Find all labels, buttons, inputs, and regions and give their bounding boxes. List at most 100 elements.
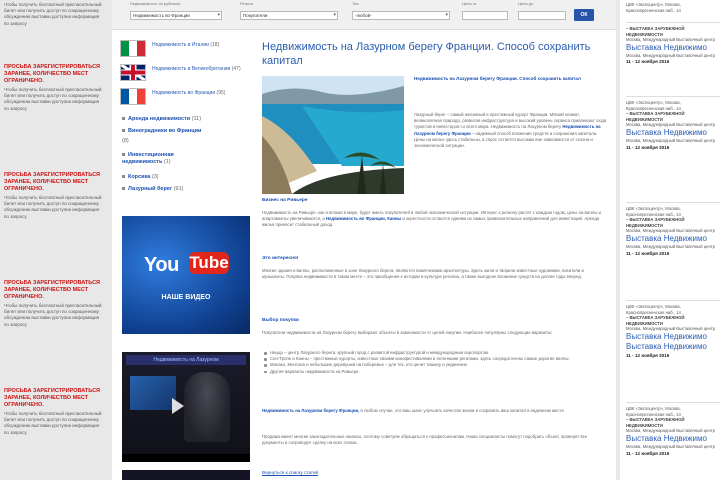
exhibition-item[interactable]: ЦВК «Экспоцентр», Москва, Краснопресненс…: [626, 304, 720, 359]
category-label[interactable]: Корсика: [128, 174, 150, 180]
category-link[interactable]: Виноградники во Франции: [122, 128, 262, 135]
exhibition-venue: ЦВК «Экспоцентр», Москва, Краснопресненс…: [626, 206, 681, 217]
left-promo-heading[interactable]: ПРОСЬБА ЗАРЕГИСТРИРОВАТЬСЯ ЗАРАНЕЕ, КОЛИ…: [4, 172, 102, 193]
left-promo-heading[interactable]: ПРОСЬБА ЗАРЕГИСТРИРОВАТЬСЯ ЗАРАНЕЕ, КОЛИ…: [4, 280, 102, 301]
country-link-uk[interactable]: Недвижимость в Великобритании (47): [120, 64, 260, 84]
exhibition-title[interactable]: – ВЫСТАВКА ЗАРУБЕЖНОЙ НЕДВИЖИМОСТИ: [626, 417, 720, 428]
left-promo-heading[interactable]: ПРОСЬБА ЗАРЕГИСТРИРОВАТЬСЯ ЗАРАНЕЕ, КОЛИ…: [4, 388, 102, 409]
exhibition-date: 11 - 12 ноября 2016: [626, 450, 670, 456]
bullet-icon: [122, 129, 125, 133]
left-promo-block: ПРОСЬБА ЗАРЕГИСТРИРОВАТЬСЯ ЗАРАНЕЕ, КОЛИ…: [4, 388, 102, 436]
price-from-input[interactable]: [462, 11, 508, 20]
exhibition-banner-text[interactable]: Выставка Недвижимо: [626, 332, 720, 342]
photo-caption-link[interactable]: Недвижимость на Лазурном берегу Франции.…: [414, 76, 608, 82]
chevron-down-icon: ▾: [445, 12, 448, 18]
article-subheading: Бизнес на Ривьере: [262, 198, 308, 203]
category-count: (1): [163, 159, 171, 165]
exhibition-item[interactable]: ЦВК «Экспоцентр», Москва, Краснопресненс…: [626, 206, 720, 257]
price-to-input[interactable]: [518, 11, 566, 20]
article-photo: [262, 76, 404, 194]
country-count: (47): [231, 66, 241, 72]
exhibition-title[interactable]: – ВЫСТАВКА ЗАРУБЕЖНОЙ НЕДВИЖИМОСТИ: [626, 315, 720, 326]
video-thumbnail[interactable]: Недвижимость на Лазурном: [122, 352, 250, 462]
exhibition-venue: ЦВК «Экспоцентр», Москва, Краснопресненс…: [626, 406, 681, 417]
left-promo-block: ПРОСЬБА ЗАРЕГИСТРИРОВАТЬСЯ ЗАРАНЕЕ, КОЛИ…: [4, 280, 102, 328]
youtube-logo-tube: Tube: [189, 252, 229, 274]
left-promo-block: Чтобы получить бесплатный пригласительны…: [4, 2, 102, 27]
bullet-icon: [122, 153, 125, 157]
left-promo-text: Чтобы получить бесплатный пригласительны…: [4, 195, 102, 219]
category-label[interactable]: Аренда недвижимости: [128, 116, 190, 122]
country-link-label[interactable]: Недвижимость в Великобритании: [152, 66, 230, 72]
list-item: Другие варианты недвижимости на Ривьере.: [262, 369, 608, 375]
video-controls-bar[interactable]: [122, 454, 250, 462]
country-link-italy[interactable]: Недвижимость в Италии (18): [120, 40, 260, 60]
bullet-icon: [122, 187, 125, 191]
category-label[interactable]: Виноградники во Франции: [128, 128, 201, 134]
filter-label: Тип: [352, 1, 359, 6]
country-count: (95): [216, 90, 226, 96]
country-select[interactable]: Недвижимость во Франции ▾: [130, 11, 222, 20]
chevron-down-icon: ▾: [217, 12, 220, 18]
right-column: ЦВК «Экспоцентр», Москва, Краснопресненс…: [620, 0, 720, 480]
type-select[interactable]: -любой- ▾: [352, 11, 450, 20]
divider: [626, 202, 720, 203]
article-inline-link[interactable]: Недвижимость во Франции, Канны: [326, 216, 401, 221]
exhibition-banner-text[interactable]: Выставка Недвижимо: [626, 128, 720, 138]
divider: [626, 300, 720, 301]
exhibition-banner-text[interactable]: Выставка Недвижимо: [626, 342, 720, 352]
left-promo-block: ПРОСЬБА ЗАРЕГИСТРИРОВАТЬСЯ ЗАРАНЕЕ, КОЛИ…: [4, 172, 102, 220]
category-link[interactable]: Лазурный берег (91): [122, 186, 262, 193]
exhibition-location: Москва, Международный Выставочный центр: [626, 243, 716, 249]
article-subheading: Выбор покупки: [262, 318, 299, 323]
exhibition-banner-text[interactable]: Выставка Недвижимо: [626, 43, 720, 53]
youtube-banner[interactable]: You Tube НАШЕ ВИДЕО: [122, 216, 250, 334]
exhibition-item[interactable]: ЦВК «Экспоцентр», Москва, Краснопресненс…: [626, 100, 720, 151]
exhibition-item[interactable]: ЦВК «Экспоцентр», Москва, Краснопресненс…: [626, 2, 720, 13]
video-title: Недвижимость на Лазурном: [126, 355, 246, 365]
country-link-label[interactable]: Недвижимость во Франции: [152, 90, 215, 96]
country-link-france[interactable]: Недвижимость во Франции (95): [120, 88, 260, 108]
divider: [626, 96, 720, 97]
divider: [626, 22, 720, 23]
article-paragraph: Недвижимость на Лазурном берегу Франции,…: [262, 408, 608, 414]
exhibition-location: Москва, Международный Выставочный центр: [626, 137, 716, 143]
article-text: в любом случае, это ваш шанс улучшить ка…: [360, 408, 566, 413]
france-flag-icon: [120, 88, 146, 105]
region-select[interactable]: Покупатели ▾: [240, 11, 338, 20]
exhibition-banner-text[interactable]: Выставка Недвижимо: [626, 434, 720, 444]
left-promo-text: Чтобы получить бесплатный пригласительны…: [4, 87, 102, 111]
exhibition-title[interactable]: – ВЫСТАВКА ЗАРУБЕЖНОЙ НЕДВИЖИМОСТИ: [626, 111, 720, 122]
exhibition-banner-text[interactable]: Выставка Недвижимо: [626, 234, 720, 244]
left-promo-heading[interactable]: ПРОСЬБА ЗАРЕГИСТРИРОВАТЬСЯ ЗАРАНЕЕ, КОЛИ…: [4, 64, 102, 85]
chevron-down-icon: ▾: [333, 12, 336, 18]
country-link-label[interactable]: Недвижимость в Италии: [152, 42, 209, 48]
exhibition-venue: ЦВК «Экспоцентр», Москва, Краснопресненс…: [626, 2, 681, 13]
play-icon[interactable]: [172, 398, 184, 414]
youtube-caption: НАШЕ ВИДЕО: [161, 294, 211, 301]
exhibition-item[interactable]: – ВЫСТАВКА ЗАРУБЕЖНОЙ НЕДВИЖИМОСТИ Москв…: [626, 26, 720, 65]
article-paragraph: Покупатели недвижимости на Лазурном бере…: [262, 330, 553, 335]
exhibition-title[interactable]: – ВЫСТАВКА ЗАРУБЕЖНОЙ НЕДВИЖИМОСТИ: [626, 217, 720, 228]
article-subheading: Это интересно!: [262, 256, 299, 261]
bullet-icon: [122, 117, 125, 121]
article-inline-link[interactable]: Недвижимость на Лазурном берегу Франции,: [262, 408, 359, 413]
category-link[interactable]: Корсика (3): [122, 174, 262, 181]
category-link[interactable]: Инвестиционная недвижимость (1): [122, 152, 212, 166]
exhibition-item[interactable]: ЦВК «Экспоцентр», Москва, Краснопресненс…: [626, 406, 720, 457]
category-link[interactable]: Аренда недвижимости (11): [122, 116, 262, 123]
search-submit-button[interactable]: ОК: [574, 9, 594, 21]
category-count: (91): [173, 186, 184, 192]
uk-flag-icon: [120, 64, 146, 81]
left-promo-text: Чтобы получить бесплатный пригласительны…: [4, 2, 102, 26]
video-thumbnail[interactable]: [122, 470, 250, 480]
article-bullet-list: Ницца – центр Лазурного берега, крупный …: [262, 350, 608, 375]
exhibition-date: 11 - 12 ноября 2016: [626, 250, 670, 256]
exhibition-title[interactable]: – ВЫСТАВКА ЗАРУБЕЖНОЙ НЕДВИЖИМОСТИ: [626, 26, 720, 37]
exhibition-date: 11 - 12 ноября 2016: [626, 144, 670, 150]
bullet-icon: [122, 175, 125, 179]
back-to-articles-link[interactable]: Вернуться к списку статей: [262, 470, 318, 475]
left-promo-text: Чтобы получить бесплатный пригласительны…: [4, 411, 102, 435]
filter-label: Цена до: [518, 1, 534, 6]
category-label[interactable]: Лазурный берег: [128, 186, 172, 192]
